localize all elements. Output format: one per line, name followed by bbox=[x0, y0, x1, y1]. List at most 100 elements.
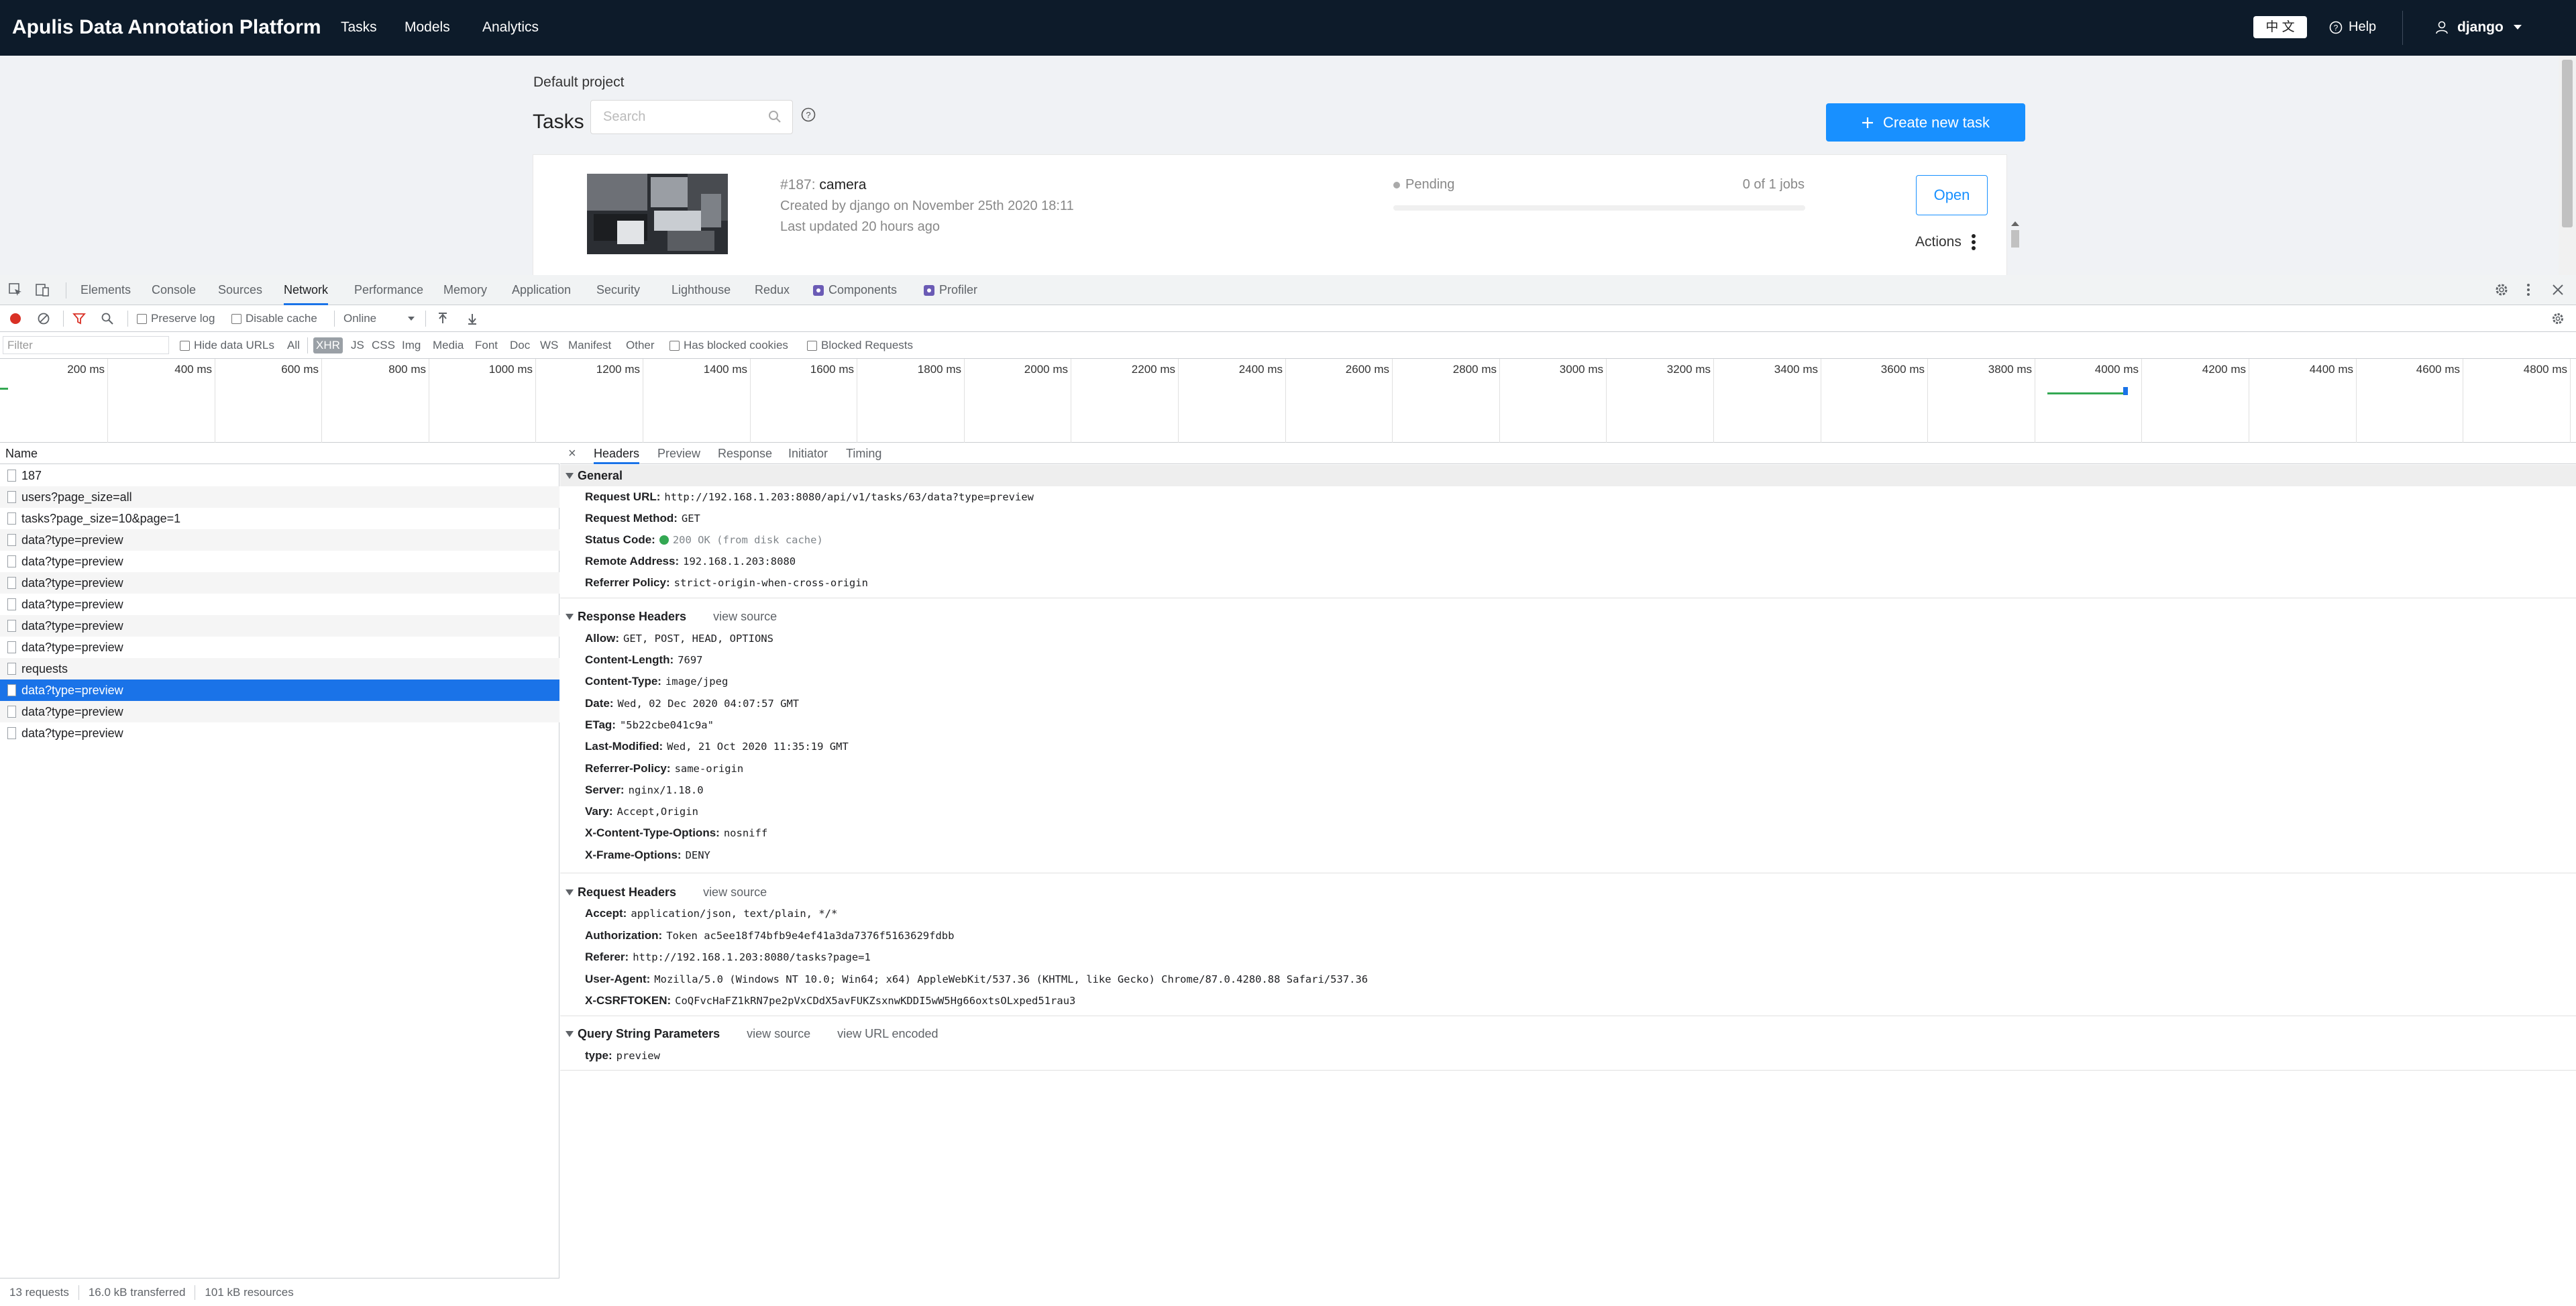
request-row[interactable]: 187 bbox=[0, 465, 559, 486]
has-blocked-cookies-checkbox[interactable]: Has blocked cookies bbox=[669, 332, 788, 359]
help-circle-icon[interactable]: ? bbox=[801, 107, 816, 122]
hide-data-urls-checkbox[interactable]: Hide data URLs bbox=[180, 332, 274, 359]
type-filter-xhr[interactable]: XHR bbox=[313, 337, 343, 353]
tab-console[interactable]: Console bbox=[152, 275, 196, 305]
language-button[interactable]: 中 文 bbox=[2253, 16, 2307, 38]
nav-analytics[interactable]: Analytics bbox=[482, 19, 539, 36]
throttling-select[interactable]: Online bbox=[343, 305, 415, 332]
tab-preview[interactable]: Preview bbox=[657, 443, 700, 464]
type-filter-img[interactable]: Img bbox=[399, 337, 423, 353]
device-toolbar-icon[interactable] bbox=[35, 282, 50, 297]
tab-headers[interactable]: Headers bbox=[594, 443, 640, 464]
hide-data-urls-label: Hide data URLs bbox=[194, 339, 275, 351]
import-har-icon[interactable] bbox=[436, 312, 449, 325]
type-filter-media[interactable]: Media bbox=[430, 337, 466, 353]
tab-response[interactable]: Response bbox=[718, 443, 772, 464]
task-updated: Last updated 20 hours ago bbox=[780, 219, 940, 234]
user-menu[interactable]: django bbox=[2436, 19, 2522, 36]
type-filter-css[interactable]: CSS bbox=[369, 337, 398, 353]
task-title[interactable]: #187: camera bbox=[780, 177, 866, 193]
inspect-element-icon[interactable] bbox=[8, 282, 23, 297]
view-url-encoded-link[interactable]: view URL encoded bbox=[837, 1023, 938, 1044]
toolbar-separator bbox=[425, 311, 426, 327]
tab-memory[interactable]: Memory bbox=[443, 275, 487, 305]
request-row[interactable]: data?type=preview bbox=[0, 529, 559, 551]
name-column-header[interactable]: Name bbox=[0, 443, 559, 464]
type-filter-other[interactable]: Other bbox=[623, 337, 657, 353]
request-row[interactable]: data?type=preview bbox=[0, 722, 559, 744]
request-name: data?type=preview bbox=[21, 554, 123, 568]
list-scrollbar[interactable] bbox=[2007, 219, 2023, 275]
request-row[interactable]: data?type=preview bbox=[0, 594, 559, 615]
tab-security[interactable]: Security bbox=[596, 275, 640, 305]
checkbox-box bbox=[231, 313, 241, 324]
more-vertical-icon[interactable] bbox=[2525, 282, 2532, 297]
type-filter-all[interactable]: All bbox=[284, 337, 303, 353]
page-scrollbar[interactable] bbox=[2559, 56, 2576, 275]
open-task-button[interactable]: Open bbox=[1916, 175, 1988, 215]
header-key: Server: bbox=[585, 783, 625, 796]
general-section-header[interactable]: General bbox=[560, 465, 2576, 486]
help-link[interactable]: ? Help bbox=[2329, 19, 2376, 35]
export-har-icon[interactable] bbox=[466, 312, 479, 325]
network-settings-gear-icon[interactable] bbox=[2551, 312, 2565, 325]
request-row[interactable]: tasks?page_size=10&page=1 bbox=[0, 508, 559, 529]
tab-timing[interactable]: Timing bbox=[846, 443, 881, 464]
header-divider bbox=[2402, 11, 2403, 45]
request-row[interactable]: data?type=preview bbox=[0, 637, 559, 658]
clear-icon[interactable] bbox=[37, 312, 50, 325]
settings-gear-icon[interactable] bbox=[2494, 282, 2509, 297]
view-source-link[interactable]: view source bbox=[713, 606, 777, 627]
request-row[interactable]: users?page_size=all bbox=[0, 486, 559, 508]
tab-performance[interactable]: Performance bbox=[354, 275, 423, 305]
network-overview-timeline[interactable]: 200 ms 400 ms 600 ms 800 ms 1000 ms 1200… bbox=[0, 359, 2576, 443]
task-thumbnail[interactable] bbox=[587, 174, 728, 254]
tab-lighthouse[interactable]: Lighthouse bbox=[672, 275, 731, 305]
close-devtools-icon[interactable] bbox=[2551, 282, 2565, 297]
request-row[interactable]: data?type=preview bbox=[0, 615, 559, 637]
close-detail-icon[interactable]: × bbox=[568, 443, 576, 464]
nav-models[interactable]: Models bbox=[405, 19, 450, 36]
query-params-section-header[interactable]: Query String Parameters view source view U… bbox=[560, 1023, 2576, 1044]
type-filter-ws[interactable]: WS bbox=[537, 337, 561, 353]
tab-application[interactable]: Application bbox=[512, 275, 571, 305]
network-summary-bar: 13 requests 16.0 kB transferred 101 kB r… bbox=[0, 1278, 559, 1306]
tab-sources[interactable]: Sources bbox=[218, 275, 262, 305]
tab-redux[interactable]: Redux bbox=[755, 275, 790, 305]
type-filter-font[interactable]: Font bbox=[472, 337, 500, 353]
tab-elements[interactable]: Elements bbox=[80, 275, 131, 305]
search-input[interactable] bbox=[591, 101, 759, 133]
timeline-tick-label: 3000 ms bbox=[1559, 363, 1603, 376]
request-row[interactable]: data?type=preview bbox=[0, 551, 559, 572]
preserve-log-checkbox[interactable]: Preserve log bbox=[137, 305, 215, 332]
request-row[interactable]: data?type=preview bbox=[0, 701, 559, 722]
nav-tasks[interactable]: Tasks bbox=[341, 19, 377, 36]
page-scrollbar-thumb[interactable] bbox=[2562, 60, 2573, 227]
view-source-link[interactable]: view source bbox=[703, 881, 767, 903]
search-icon[interactable] bbox=[101, 312, 114, 325]
tab-network[interactable]: Network bbox=[284, 275, 329, 305]
response-headers-section-header[interactable]: Response Headers view source bbox=[560, 606, 2576, 627]
view-source-link[interactable]: view source bbox=[747, 1023, 810, 1044]
request-row[interactable]: requests bbox=[0, 658, 559, 679]
type-filter-doc[interactable]: Doc bbox=[507, 337, 533, 353]
request-headers-section-header[interactable]: Request Headers view source bbox=[560, 881, 2576, 903]
brand-title[interactable]: Apulis Data Annotation Platform bbox=[12, 16, 321, 39]
actions-menu[interactable]: Actions bbox=[1915, 233, 1976, 251]
tab-initiator[interactable]: Initiator bbox=[788, 443, 828, 464]
header-row: Vary: Accept,Origin bbox=[585, 801, 698, 822]
tab-profiler[interactable]: Profiler bbox=[923, 275, 977, 305]
request-row[interactable]: data?type=preview bbox=[0, 572, 559, 594]
tab-components[interactable]: Components bbox=[812, 275, 897, 305]
type-filter-manifest[interactable]: Manifest bbox=[566, 337, 614, 353]
filter-input[interactable] bbox=[3, 336, 169, 354]
filter-icon[interactable] bbox=[72, 312, 86, 325]
blocked-requests-checkbox[interactable]: Blocked Requests bbox=[807, 332, 913, 359]
request-row-selected[interactable]: data?type=preview bbox=[0, 679, 559, 701]
search-icon[interactable] bbox=[768, 110, 782, 123]
record-icon[interactable] bbox=[9, 312, 22, 325]
type-filter-js[interactable]: JS bbox=[348, 337, 367, 353]
toolbar-separator bbox=[127, 311, 128, 327]
create-task-button[interactable]: Create new task bbox=[1826, 103, 2025, 142]
disable-cache-checkbox[interactable]: Disable cache bbox=[231, 305, 317, 332]
